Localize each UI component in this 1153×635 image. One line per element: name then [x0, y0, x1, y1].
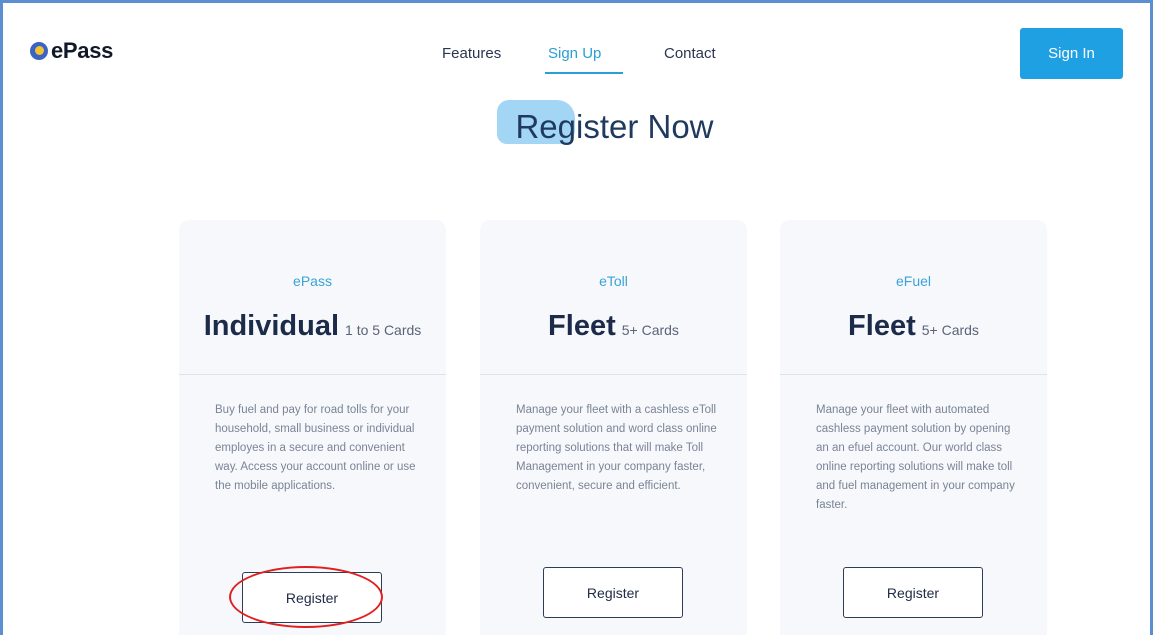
card-divider	[480, 374, 747, 375]
card-subtitle: 5+ Cards	[621, 322, 679, 338]
heading-wrap: Register Now	[0, 108, 1153, 146]
logo-text: ePass	[51, 38, 114, 63]
card-divider	[179, 374, 446, 375]
card-title-row: Fleet 5+ Cards	[480, 310, 747, 343]
card-tag: ePass	[293, 273, 332, 289]
plan-card-etoll-fleet: eToll Fleet 5+ Cards Manage your fleet wi…	[480, 220, 747, 635]
register-button-etoll[interactable]: Register	[543, 567, 683, 618]
register-button-individual[interactable]: Register	[242, 572, 382, 623]
card-title-row: Individual 1 to 5 Cards	[179, 310, 446, 343]
card-description: Manage your fleet with a cashless eToll …	[516, 404, 717, 492]
page-title: Register Now	[515, 108, 714, 145]
logo[interactable]: ePass	[30, 38, 113, 64]
card-description: Buy fuel and pay for road tolls for your…	[215, 404, 416, 492]
register-button-efuel[interactable]: Register	[843, 567, 983, 618]
nav-sign-up[interactable]: Sign Up	[548, 45, 601, 62]
card-title: Fleet	[848, 310, 916, 342]
nav-active-underline	[545, 72, 623, 74]
plan-card-efuel-fleet: eFuel Fleet 5+ Cards Manage your fleet wi…	[780, 220, 1047, 635]
card-title: Individual	[203, 310, 340, 342]
card-subtitle: 1 to 5 Cards	[345, 322, 422, 338]
card-divider	[780, 374, 1047, 375]
sign-in-button[interactable]: Sign In	[1020, 28, 1123, 79]
logo-badge-icon	[30, 42, 48, 60]
card-tag: eFuel	[895, 273, 932, 289]
nav-contact[interactable]: Contact	[664, 45, 716, 62]
card-title-row: Fleet 5+ Cards	[780, 310, 1047, 343]
plan-card-individual: ePass Individual 1 to 5 Cards Buy fuel an…	[179, 220, 446, 635]
nav-features[interactable]: Features	[442, 45, 501, 62]
card-subtitle: 5+ Cards	[921, 322, 979, 338]
card-description: Manage your fleet with automated cashles…	[816, 404, 1015, 511]
card-tag: eToll	[599, 273, 628, 289]
card-title: Fleet	[548, 310, 616, 342]
